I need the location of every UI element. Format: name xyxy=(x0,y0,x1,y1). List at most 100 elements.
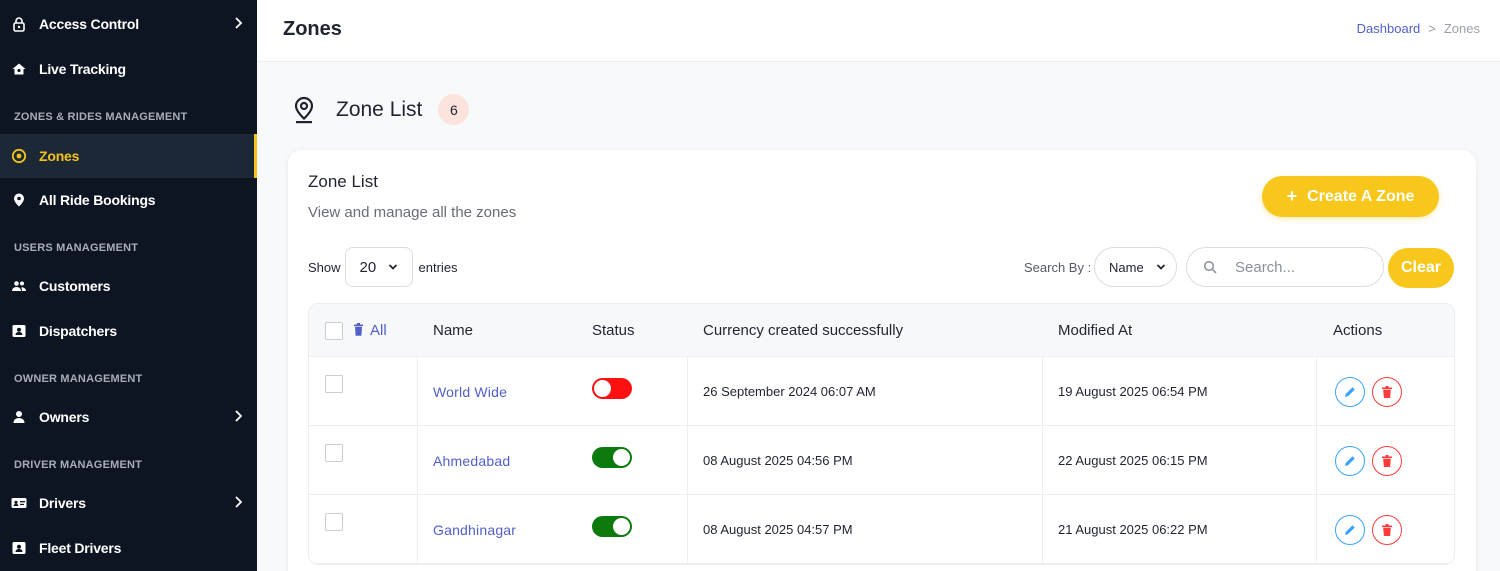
sidebar-item-label: Access Control xyxy=(39,16,139,32)
delete-button[interactable] xyxy=(1372,514,1402,545)
search-by-label: Search By : xyxy=(1024,260,1092,275)
user-icon xyxy=(11,409,27,425)
sidebar-item-zones[interactable]: Zones xyxy=(0,134,257,178)
search-field-select[interactable]: Name xyxy=(1094,247,1177,287)
breadcrumb-current: Zones xyxy=(1443,21,1480,36)
column-divider xyxy=(687,357,688,426)
select-all-checkbox[interactable] xyxy=(325,322,343,340)
table-row: Ahmedabad 08 August 2025 04:56 PM 22 Aug… xyxy=(309,426,1454,495)
delete-button[interactable] xyxy=(1372,376,1402,407)
status-toggle[interactable] xyxy=(592,378,632,399)
column-header-created[interactable]: Currency created successfully xyxy=(703,322,903,339)
section-label-users: USERS MANAGEMENT xyxy=(14,242,139,254)
entries-value: 20 xyxy=(359,258,377,276)
breadcrumb-dashboard-link[interactable]: Dashboard xyxy=(1357,21,1421,36)
column-divider xyxy=(417,357,418,426)
sidebar-item-access-control[interactable]: Access Control xyxy=(0,2,257,46)
column-divider xyxy=(1042,495,1043,564)
sidebar-item-label: Drivers xyxy=(39,495,86,511)
clear-button[interactable]: Clear xyxy=(1388,248,1454,288)
column-divider xyxy=(1042,426,1043,495)
plus-icon: + xyxy=(1286,186,1298,206)
column-divider xyxy=(417,426,418,495)
show-label: Show xyxy=(308,259,341,275)
status-toggle[interactable] xyxy=(592,516,632,537)
sidebar-item-label: Live Tracking xyxy=(39,61,126,77)
card-subtitle: View and manage all the zones xyxy=(308,204,517,221)
sidebar-item-customers[interactable]: Customers xyxy=(0,264,257,308)
created-date: 26 September 2024 06:07 AM xyxy=(703,384,876,399)
zone-list-card: Zone List View and manage all the zones … xyxy=(288,150,1476,571)
sidebar-item-label: All Ride Bookings xyxy=(39,192,156,208)
zone-name-link[interactable]: World Wide xyxy=(433,384,507,400)
section-label-zones-rides: ZONES & RIDES MANAGEMENT xyxy=(14,111,188,123)
search-icon xyxy=(1203,260,1217,274)
row-checkbox[interactable] xyxy=(325,444,343,462)
column-divider xyxy=(687,426,688,495)
search-input[interactable] xyxy=(1235,258,1375,276)
page-title: Zones xyxy=(283,18,342,40)
zones-table: All Name Status Currency created success… xyxy=(308,303,1455,565)
sidebar: Access Control Live Tracking ZONES & RID… xyxy=(0,0,257,571)
column-divider xyxy=(1316,495,1317,564)
status-toggle[interactable] xyxy=(592,447,632,468)
row-checkbox[interactable] xyxy=(325,375,343,393)
sidebar-item-dispatchers[interactable]: Dispatchers xyxy=(0,309,257,353)
pencil-icon xyxy=(1345,455,1355,466)
id-card-icon xyxy=(11,323,27,339)
table-row: World Wide 26 September 2024 06:07 AM 19… xyxy=(309,357,1454,426)
edit-button[interactable] xyxy=(1335,445,1365,476)
zone-name-link[interactable]: Gandhinagar xyxy=(433,522,516,538)
table-header: All Name Status Currency created success… xyxy=(309,304,1454,357)
home-tracking-icon xyxy=(11,61,27,77)
trash-icon xyxy=(1382,454,1392,467)
sidebar-item-fleet-drivers[interactable]: Fleet Drivers xyxy=(0,526,257,570)
chevron-right-icon xyxy=(235,496,243,508)
row-checkbox[interactable] xyxy=(325,513,343,531)
search-field-value: Name xyxy=(1109,259,1144,275)
edit-button[interactable] xyxy=(1335,514,1365,545)
trash-icon[interactable] xyxy=(353,323,364,336)
delete-button[interactable] xyxy=(1372,445,1402,476)
sidebar-item-label: Owners xyxy=(39,409,90,425)
sidebar-item-label: Dispatchers xyxy=(39,323,117,339)
zone-count-badge: 6 xyxy=(438,94,470,125)
select-all-label[interactable]: All xyxy=(370,322,387,339)
trash-icon xyxy=(1382,523,1392,536)
zone-name-link[interactable]: Ahmedabad xyxy=(433,453,510,469)
column-header-modified[interactable]: Modified At xyxy=(1058,322,1132,339)
entries-select[interactable]: 20 xyxy=(344,247,413,287)
chevron-right-icon xyxy=(235,17,243,29)
entries-control: Show 20 entries xyxy=(308,247,458,287)
sidebar-item-owners[interactable]: Owners xyxy=(0,395,257,439)
create-zone-button[interactable]: + Create A Zone xyxy=(1262,176,1439,217)
driver-card-icon xyxy=(11,495,27,511)
sidebar-item-label: Zones xyxy=(39,148,80,164)
section-label-owner: OWNER MANAGEMENT xyxy=(14,373,143,385)
sidebar-item-drivers[interactable]: Drivers xyxy=(0,481,257,525)
sidebar-item-label: Fleet Drivers xyxy=(39,540,122,556)
breadcrumb-separator: > xyxy=(1428,21,1436,36)
sidebar-item-all-ride-bookings[interactable]: All Ride Bookings xyxy=(0,178,257,222)
edit-button[interactable] xyxy=(1335,376,1365,407)
sidebar-item-live-tracking[interactable]: Live Tracking xyxy=(0,47,257,91)
column-divider xyxy=(1316,426,1317,495)
column-header-name[interactable]: Name xyxy=(433,322,473,339)
lock-icon xyxy=(11,16,27,32)
column-header-status[interactable]: Status xyxy=(592,322,635,339)
modified-date: 19 August 2025 06:54 PM xyxy=(1058,384,1208,399)
pencil-icon xyxy=(1345,524,1355,535)
zone-list-heading: Zone List 6 xyxy=(292,94,470,125)
card-title: Zone List xyxy=(308,172,378,191)
modified-date: 22 August 2025 06:15 PM xyxy=(1058,453,1208,468)
column-divider xyxy=(1042,357,1043,426)
map-pin-icon xyxy=(11,192,27,208)
created-date: 08 August 2025 04:57 PM xyxy=(703,522,853,537)
chevron-right-icon xyxy=(235,410,243,422)
entries-label: entries xyxy=(418,259,458,275)
target-circle-icon xyxy=(11,148,27,164)
chevron-down-icon xyxy=(389,264,398,270)
column-divider xyxy=(1316,357,1317,426)
trash-icon xyxy=(1382,385,1392,398)
toggle-knob xyxy=(613,518,630,535)
